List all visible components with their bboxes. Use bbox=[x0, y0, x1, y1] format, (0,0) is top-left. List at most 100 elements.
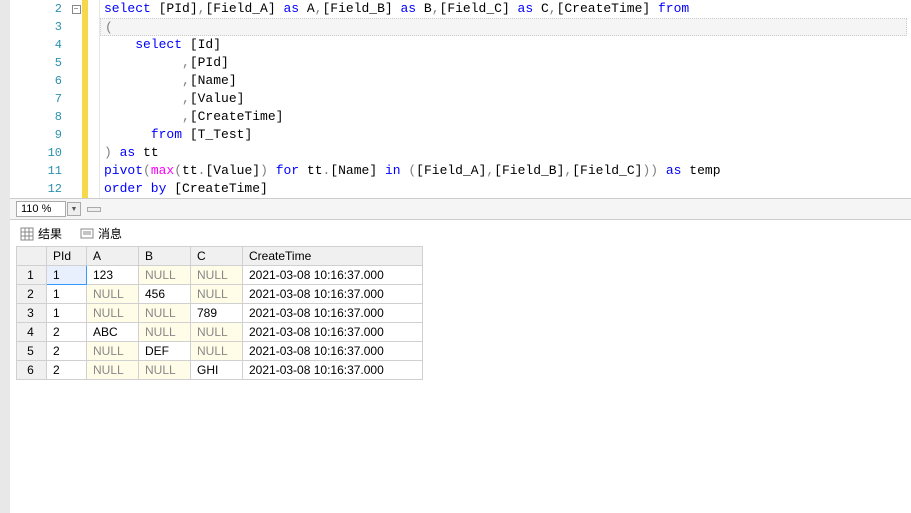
editor-gutter: 2−3456789101112 bbox=[10, 0, 100, 198]
table-row[interactable]: 62NULLNULLGHI2021-03-08 10:16:37.000 bbox=[17, 361, 423, 380]
grid-column-header[interactable]: CreateTime bbox=[243, 247, 423, 266]
grid-row-header[interactable]: 4 bbox=[17, 323, 47, 342]
code-line[interactable]: ,[CreateTime] bbox=[100, 108, 911, 126]
gutter-row: 8 bbox=[10, 108, 99, 126]
code-line[interactable]: ( bbox=[100, 18, 907, 36]
grid-cell[interactable]: 1 bbox=[47, 285, 87, 304]
zoom-dropdown-button[interactable]: ▼ bbox=[67, 202, 81, 216]
code-token: ) bbox=[260, 163, 268, 178]
code-line[interactable]: select [Id] bbox=[100, 36, 911, 54]
grid-cell[interactable]: 2 bbox=[47, 342, 87, 361]
change-marker bbox=[82, 36, 88, 54]
code-token: B bbox=[416, 1, 432, 16]
grid-cell[interactable]: 1 bbox=[47, 266, 87, 285]
tab-results-label: 结果 bbox=[38, 225, 62, 242]
gutter-row: 5 bbox=[10, 54, 99, 72]
code-token: ) bbox=[104, 145, 112, 160]
table-row[interactable]: 21NULL456NULL2021-03-08 10:16:37.000 bbox=[17, 285, 423, 304]
fold-toggle[interactable]: − bbox=[72, 5, 81, 14]
code-token: )) bbox=[642, 163, 658, 178]
grid-cell[interactable]: NULL bbox=[87, 361, 139, 380]
zoom-level-input[interactable]: 110 % bbox=[16, 201, 66, 217]
code-token: [PId] bbox=[190, 55, 229, 70]
results-grid-container: PIdABCCreateTime11123NULLNULL2021-03-08 … bbox=[10, 244, 911, 382]
grid-cell[interactable]: 456 bbox=[139, 285, 191, 304]
code-line[interactable]: ,[Value] bbox=[100, 90, 911, 108]
tab-messages-label: 消息 bbox=[98, 225, 122, 242]
grid-cell[interactable]: NULL bbox=[191, 285, 243, 304]
code-token bbox=[104, 127, 151, 142]
grid-cell[interactable]: NULL bbox=[191, 323, 243, 342]
table-row[interactable]: 31NULLNULL7892021-03-08 10:16:37.000 bbox=[17, 304, 423, 323]
grid-column-header[interactable]: B bbox=[139, 247, 191, 266]
grid-row-header[interactable]: 6 bbox=[17, 361, 47, 380]
grid-cell[interactable]: NULL bbox=[139, 304, 191, 323]
editor-code[interactable]: select [PId],[Field_A] as A,[Field_B] as… bbox=[100, 0, 911, 198]
grid-cell[interactable]: 2021-03-08 10:16:37.000 bbox=[243, 361, 423, 380]
code-line[interactable]: ,[PId] bbox=[100, 54, 911, 72]
grid-cell[interactable]: ABC bbox=[87, 323, 139, 342]
grid-row-header[interactable]: 5 bbox=[17, 342, 47, 361]
grid-cell[interactable]: 2021-03-08 10:16:37.000 bbox=[243, 342, 423, 361]
grid-cell[interactable]: GHI bbox=[191, 361, 243, 380]
results-grid[interactable]: PIdABCCreateTime11123NULLNULL2021-03-08 … bbox=[16, 246, 423, 380]
table-row[interactable]: 42ABCNULLNULL2021-03-08 10:16:37.000 bbox=[17, 323, 423, 342]
grid-column-header[interactable]: C bbox=[191, 247, 243, 266]
grid-cell[interactable]: NULL bbox=[191, 342, 243, 361]
grid-cell[interactable]: NULL bbox=[87, 285, 139, 304]
grid-column-header[interactable]: PId bbox=[47, 247, 87, 266]
code-line[interactable]: order by [CreateTime] bbox=[100, 180, 911, 198]
code-token: [Field_A] bbox=[416, 163, 486, 178]
code-token: [Field_B] bbox=[322, 1, 400, 16]
grid-row-header[interactable]: 3 bbox=[17, 304, 47, 323]
gutter-row: 9 bbox=[10, 126, 99, 144]
code-token: as bbox=[518, 1, 534, 16]
grid-cell[interactable]: 2021-03-08 10:16:37.000 bbox=[243, 266, 423, 285]
table-row[interactable]: 52NULLDEFNULL2021-03-08 10:16:37.000 bbox=[17, 342, 423, 361]
code-token: tt bbox=[135, 145, 158, 160]
code-token: , bbox=[182, 91, 190, 106]
collapse-handle[interactable] bbox=[87, 207, 101, 212]
change-marker bbox=[82, 54, 88, 72]
grid-cell[interactable]: 2 bbox=[47, 361, 87, 380]
code-line[interactable]: from [T_Test] bbox=[100, 126, 911, 144]
grid-cell[interactable]: NULL bbox=[139, 361, 191, 380]
line-number: 9 bbox=[10, 126, 70, 144]
grid-column-header[interactable]: A bbox=[87, 247, 139, 266]
grid-cell[interactable]: NULL bbox=[87, 304, 139, 323]
grid-cell[interactable]: 789 bbox=[191, 304, 243, 323]
grid-row-header[interactable]: 1 bbox=[17, 266, 47, 285]
code-token: , bbox=[549, 1, 557, 16]
grid-row-header[interactable]: 2 bbox=[17, 285, 47, 304]
tab-results[interactable]: 结果 bbox=[16, 223, 66, 244]
grid-cell[interactable]: DEF bbox=[139, 342, 191, 361]
code-line[interactable]: ) as tt bbox=[100, 144, 911, 162]
code-token: ( bbox=[174, 163, 182, 178]
grid-cell[interactable]: NULL bbox=[87, 342, 139, 361]
grid-cell[interactable]: 123 bbox=[87, 266, 139, 285]
code-token bbox=[112, 145, 120, 160]
code-line[interactable]: select [PId],[Field_A] as A,[Field_B] as… bbox=[100, 0, 911, 18]
grid-cell[interactable]: NULL bbox=[139, 266, 191, 285]
code-line[interactable]: pivot(max(tt.[Value]) for tt.[Name] in (… bbox=[100, 162, 911, 180]
grid-cell[interactable]: 1 bbox=[47, 304, 87, 323]
grid-cell[interactable]: 2021-03-08 10:16:37.000 bbox=[243, 285, 423, 304]
grid-cell[interactable]: 2021-03-08 10:16:37.000 bbox=[243, 323, 423, 342]
code-line[interactable]: ,[Name] bbox=[100, 72, 911, 90]
grid-cell[interactable]: NULL bbox=[191, 266, 243, 285]
grid-cell[interactable]: 2021-03-08 10:16:37.000 bbox=[243, 304, 423, 323]
code-token: select bbox=[104, 1, 151, 16]
grid-cell[interactable]: NULL bbox=[139, 323, 191, 342]
line-number: 4 bbox=[10, 36, 70, 54]
line-number: 6 bbox=[10, 72, 70, 90]
code-token: as bbox=[120, 145, 136, 160]
code-token: max bbox=[151, 163, 174, 178]
code-token: pivot bbox=[104, 163, 143, 178]
sql-editor[interactable]: 2−3456789101112 select [PId], [Field_A] a… bbox=[10, 0, 911, 198]
table-row[interactable]: 11123NULLNULL2021-03-08 10:16:37.000 bbox=[17, 266, 423, 285]
grid-cell[interactable]: 2 bbox=[47, 323, 87, 342]
gutter-row: 10 bbox=[10, 144, 99, 162]
code-token: ( bbox=[105, 20, 113, 35]
tab-messages[interactable]: 消息 bbox=[76, 223, 126, 244]
code-token: [PId] bbox=[151, 1, 198, 16]
